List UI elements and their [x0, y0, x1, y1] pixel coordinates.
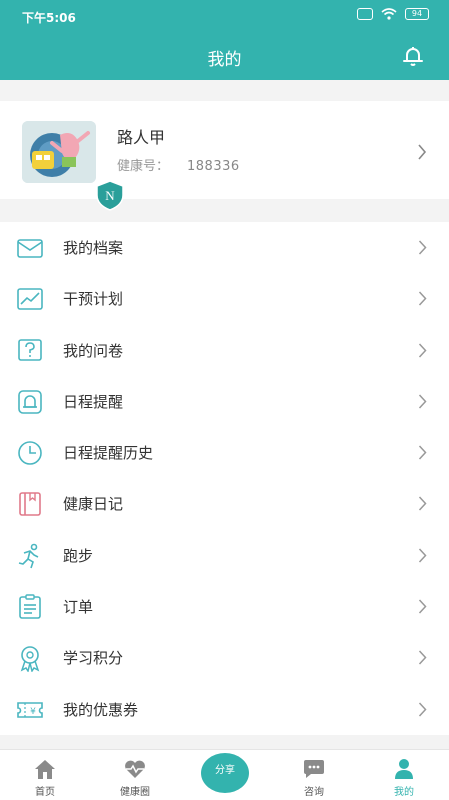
question-icon [18, 338, 42, 361]
wifi-icon [381, 8, 397, 20]
runner-icon [18, 543, 39, 569]
menu-label: 跑步 [63, 546, 94, 565]
menu-label: 我的档案 [63, 239, 124, 257]
menu-item-running[interactable]: 跑步 [0, 530, 449, 581]
avatar[interactable]: N [22, 121, 124, 211]
menu-label: 日程提醒历史 [63, 444, 154, 463]
tab-mine[interactable]: 我的 [359, 750, 449, 800]
health-number: 健康号： 188336 [117, 155, 240, 174]
trend-chart-icon [17, 288, 43, 311]
tab-consult[interactable]: 咨询 [269, 750, 359, 800]
medal-icon [20, 646, 40, 673]
health-number-value: 188336 [187, 159, 240, 174]
menu-label: 日程提醒 [63, 392, 124, 411]
chevron-right-icon [418, 240, 427, 255]
user-name: 路人甲 [117, 128, 166, 147]
menu-item-profile[interactable]: 我的档案 [0, 222, 449, 273]
tab-health-circle[interactable]: 健康圈 [90, 750, 180, 800]
order-list-icon [19, 594, 41, 619]
svg-text:¥: ¥ [30, 707, 36, 717]
menu-item-points[interactable]: 学习积分 [0, 632, 449, 683]
chevron-right-icon [418, 343, 427, 358]
chat-icon [304, 760, 324, 778]
status-time: 下午5:06 [22, 11, 76, 25]
health-number-label: 健康号： [117, 159, 170, 174]
tab-home[interactable]: 首页 [0, 750, 90, 800]
chevron-right-icon [418, 394, 427, 409]
menu-item-plan[interactable]: 干预计划 [0, 273, 449, 324]
chevron-right-icon [418, 445, 427, 460]
tab-label: 健康圈 [120, 787, 150, 798]
menu-label: 我的优惠券 [63, 700, 139, 719]
person-icon [395, 759, 413, 779]
chevron-right-icon [418, 650, 427, 665]
chevron-right-icon [418, 548, 427, 563]
menu-list: 我的档案 干预计划 我的问卷 日程提醒 日程提醒历史 健康日记 跑步 订单 学习… [0, 222, 449, 735]
envelope-icon [17, 239, 43, 258]
menu-item-questionnaire[interactable]: 我的问卷 [0, 325, 449, 376]
share-button[interactable]: 分享 [201, 753, 249, 793]
menu-item-orders[interactable]: 订单 [0, 581, 449, 632]
menu-item-diary[interactable]: 健康日记 [0, 478, 449, 529]
bell-icon [18, 390, 42, 414]
menu-item-coupons[interactable]: ¥ 我的优惠券 [0, 684, 449, 735]
status-bar: 下午5:06 94 [0, 0, 449, 32]
chevron-right-icon [418, 599, 427, 614]
top-bar: 我的 [0, 32, 449, 80]
bell-icon[interactable] [401, 44, 425, 68]
tab-label: 我的 [394, 787, 414, 798]
profile-card[interactable]: N [0, 101, 449, 211]
clock-icon [18, 441, 42, 465]
chevron-right-icon[interactable] [417, 144, 427, 160]
menu-item-schedule-history[interactable]: 日程提醒历史 [0, 427, 449, 478]
chevron-right-icon [418, 702, 427, 717]
coupon-icon: ¥ [17, 701, 43, 718]
page-title: 我的 [207, 50, 242, 70]
svg-text:N: N [105, 188, 115, 203]
battery-icon: 94 [405, 8, 429, 20]
shield-badge-icon: N [96, 180, 124, 211]
menu-label: 健康日记 [63, 495, 124, 514]
menu-label: 学习积分 [63, 649, 124, 668]
menu-item-schedule[interactable]: 日程提醒 [0, 376, 449, 427]
menu-label: 干预计划 [63, 290, 124, 309]
system-icons: 94 [357, 8, 429, 20]
menu-label: 订单 [63, 598, 94, 617]
book-icon [19, 492, 41, 517]
chevron-right-icon [418, 496, 427, 511]
menu-label: 我的问卷 [63, 341, 124, 360]
heart-pulse-icon [125, 760, 145, 778]
avatar-image [22, 121, 96, 183]
sim-icon [357, 8, 373, 20]
chevron-right-icon [418, 291, 427, 306]
tab-label: 咨询 [304, 787, 324, 798]
tab-label: 首页 [35, 787, 55, 798]
home-icon [35, 760, 55, 779]
